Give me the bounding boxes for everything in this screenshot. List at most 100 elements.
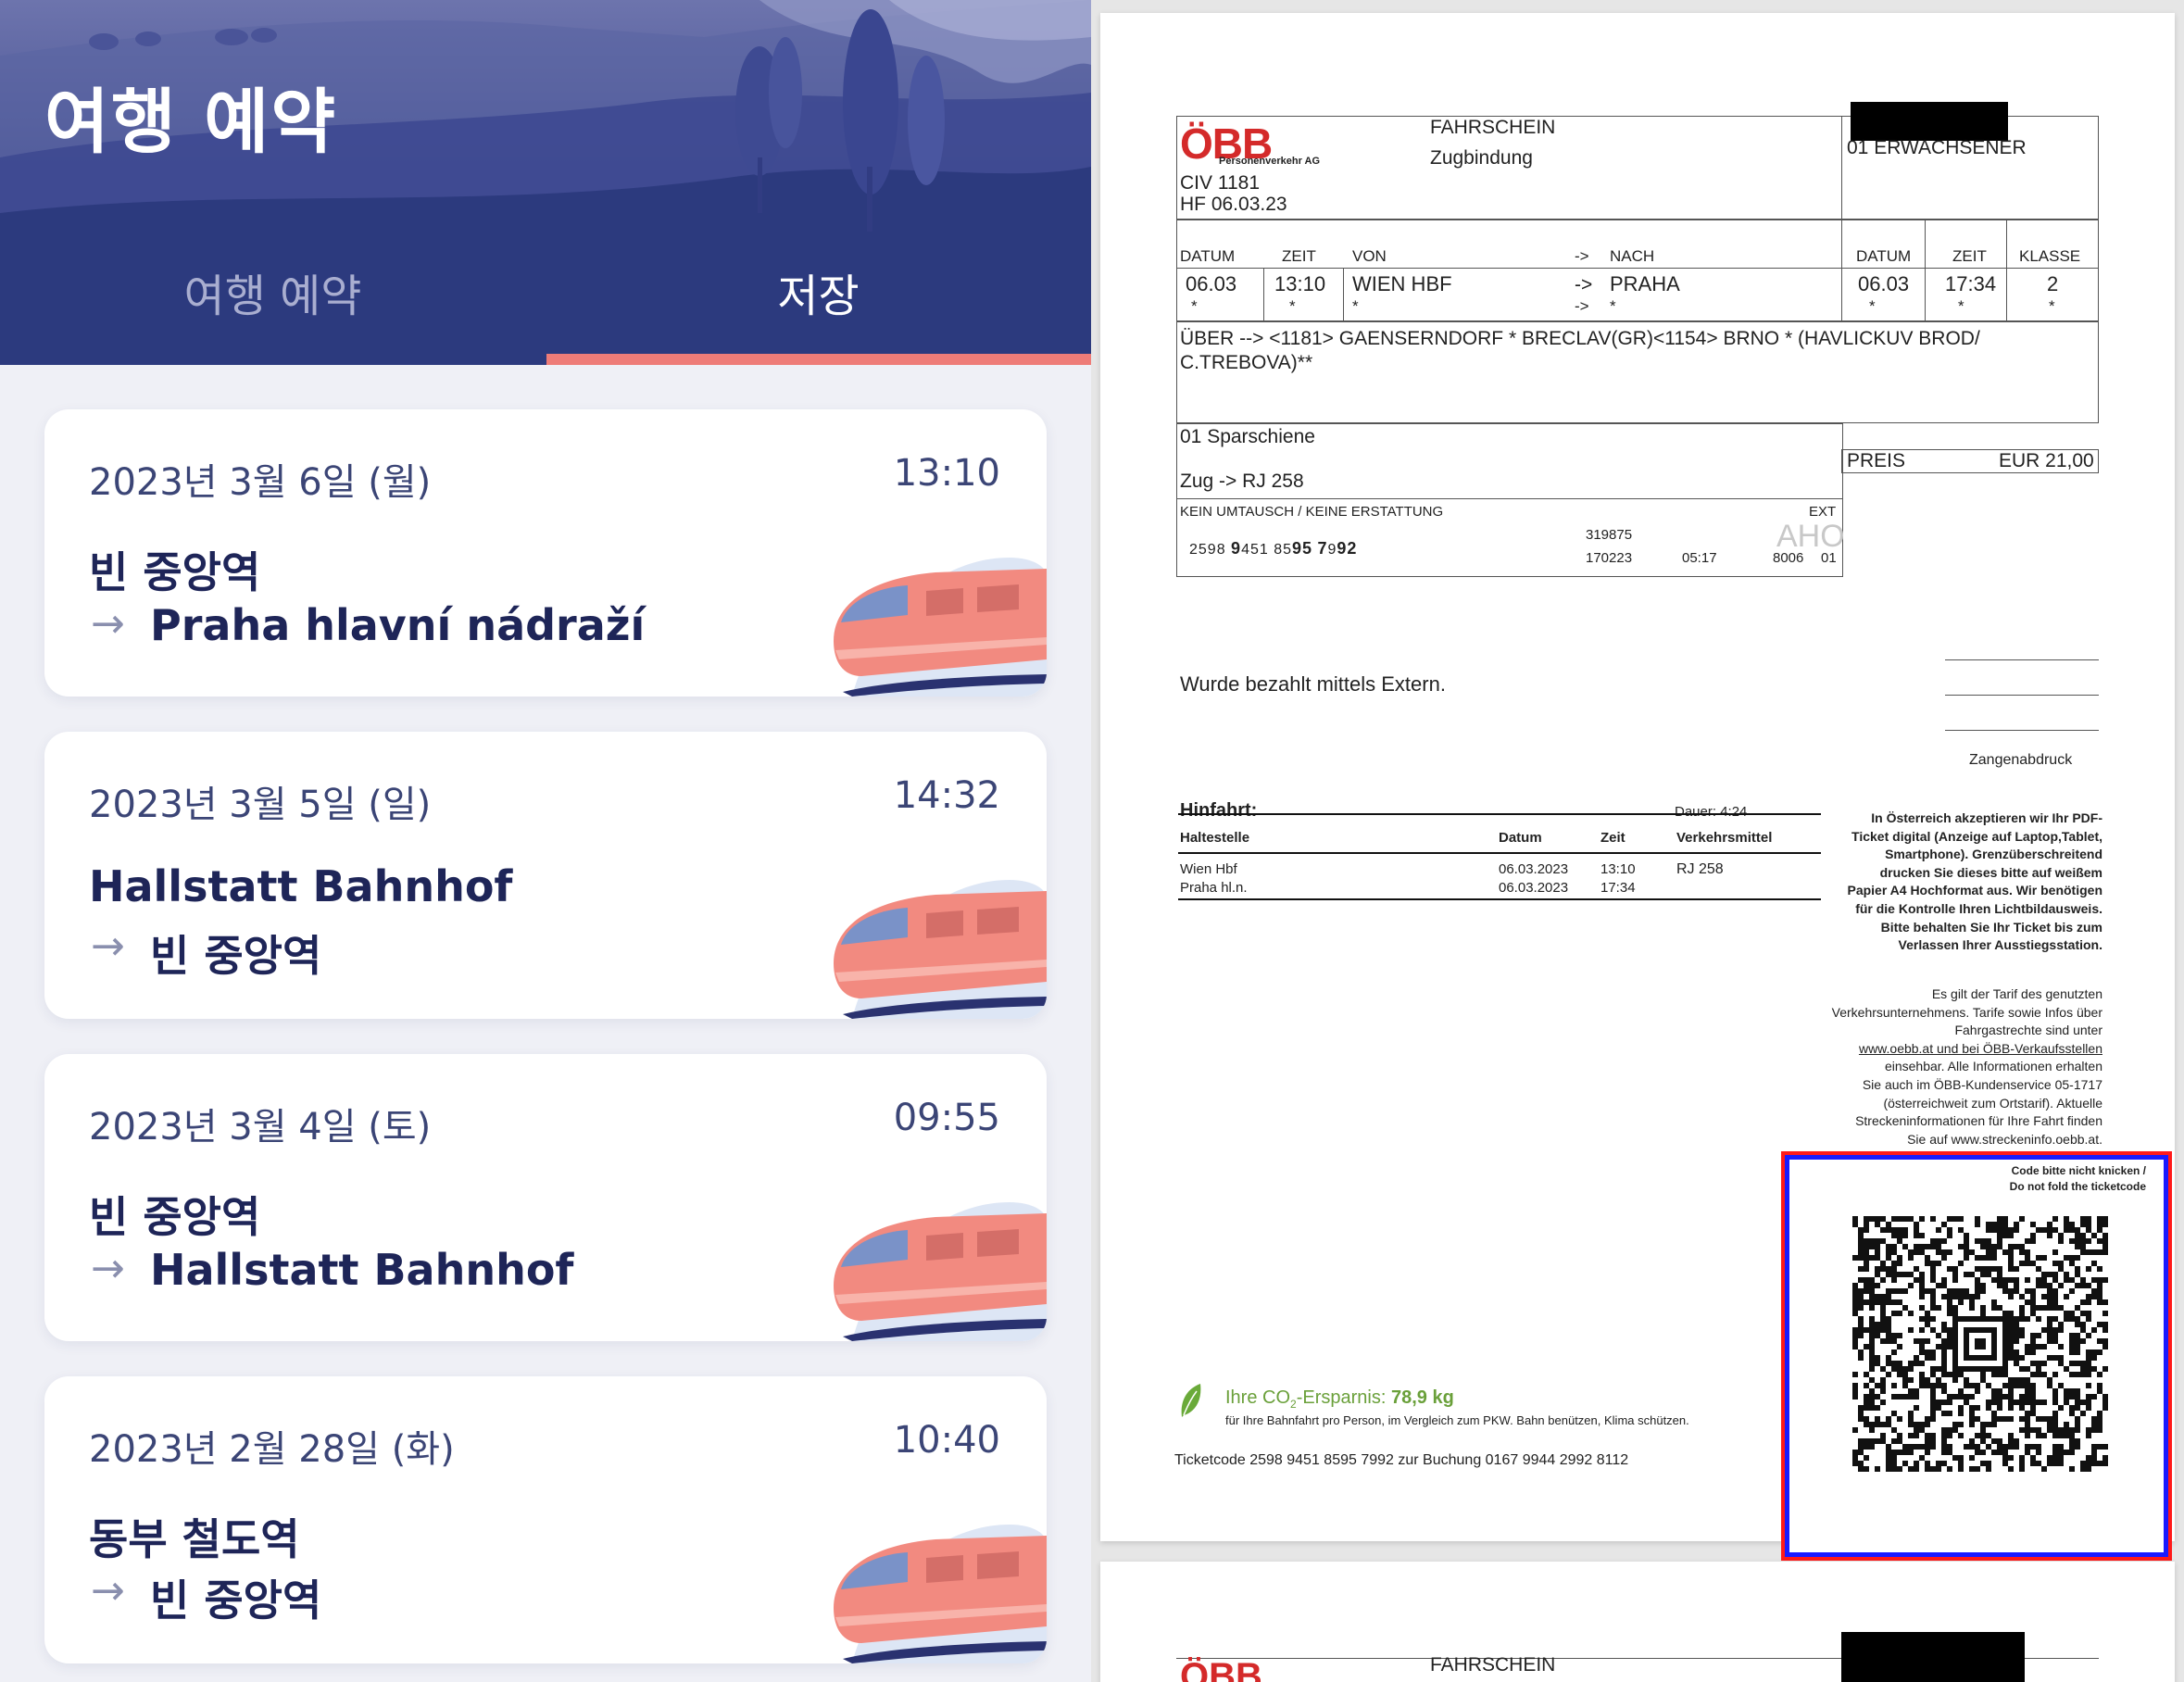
booking-origin: 빈 중앙역 — [89, 1192, 261, 1242]
ticket-page-2: ÖBB FAHRSCHEIN — [1100, 1562, 2175, 1682]
tariff-notice: Es gilt der Tarif des genutzten Verkehrsu… — [1831, 986, 2102, 1147]
itinerary-time: 17:34 — [1600, 880, 1636, 896]
app-header: 여행 예약 여행 예약 저장 — [0, 0, 1091, 365]
passenger-count: 01 ERWACHSENER — [1847, 137, 2027, 158]
ticket-page: ÖBB Personenverkehr AG FAHRSCHEIN Zugbin… — [1100, 13, 2175, 1561]
route-via-cont: C.TREBOVA)** — [1180, 352, 1313, 373]
booking-destination: 빈 중앙역 — [150, 931, 322, 981]
price-value: EUR 21,00 — [1999, 450, 2094, 471]
col-von: VON — [1352, 247, 1387, 265]
aho-watermark: AHO — [1776, 519, 1845, 554]
itinerary-col-vehicle: Verkehrsmittel — [1676, 830, 1773, 846]
leaf-icon — [1181, 1384, 1201, 1417]
booking-card[interactable]: 2023년 3월 5일 (일) 14:32 Hallstatt Bahnhof … — [44, 732, 1047, 1019]
pdf-viewer[interactable]: ÖBB Personenverkehr AG FAHRSCHEIN Zugbin… — [1091, 0, 2184, 1682]
itinerary-col-date: Datum — [1499, 830, 1542, 846]
arrow-right-icon: → — [91, 923, 125, 970]
train-number: Zug -> RJ 258 — [1180, 471, 1304, 492]
star-mark: * — [1610, 297, 1616, 315]
star-mark: * — [1958, 297, 1964, 315]
redacted-block — [1851, 102, 2008, 141]
travel-app: 여행 예약 여행 예약 저장 2023년 3월 6일 (월) 13:10 빈 중… — [0, 0, 1091, 1682]
col-datum-arrival: DATUM — [1856, 247, 1912, 265]
binding-type: Zugbindung — [1430, 147, 1533, 169]
booking-destination: Praha hlavní nádraží — [150, 600, 646, 650]
pdf-notice-bold: In Österreich akzeptieren wir Ihr PDF- Ti… — [1847, 810, 2102, 953]
qr-code-icon — [1852, 1216, 2108, 1472]
civ-number: CIV 1181 — [1180, 172, 1260, 194]
destination-station: PRAHA — [1610, 272, 1680, 295]
booking-card[interactable]: 2023년 2월 28일 (화) 10:40 동부 철도역 → 빈 중앙역 — [44, 1376, 1047, 1663]
booking-time: 14:32 — [893, 774, 1000, 817]
origin-station: WIEN HBF — [1352, 272, 1452, 295]
arrow-right-icon: → — [91, 1245, 125, 1292]
col-arrow: -> — [1575, 247, 1589, 265]
booking-destination: 빈 중앙역 — [150, 1575, 322, 1626]
itinerary-duration: Dauer: 4:24 — [1675, 804, 1748, 820]
doc-type: FAHRSCHEIN — [1430, 117, 1556, 138]
serial-number: 2598 9451 8595 7992 — [1189, 539, 1358, 558]
star-mark: * — [1289, 297, 1296, 315]
booking-date: 2023년 3월 5일 (일) — [89, 784, 432, 826]
tab-saved[interactable]: 저장 — [546, 259, 1091, 324]
booking-time: 10:40 — [893, 1419, 1000, 1462]
itinerary-stop: Praha hl.n. — [1180, 880, 1248, 896]
route-via: ÜBER --> <1181> GAENSERNDORF * BRECLAV(G… — [1180, 328, 1980, 349]
star-mark: * — [1869, 297, 1876, 315]
co2-note: für Ihre Bahnfahrt pro Person, im Vergle… — [1225, 1413, 1689, 1427]
doc-type: FAHRSCHEIN — [1430, 1654, 1556, 1676]
itinerary-title: Hinfahrt: — [1180, 800, 1258, 821]
arrow-right-icon: → — [91, 1567, 125, 1614]
train-icon — [834, 1202, 1047, 1341]
itinerary-time: 13:10 — [1600, 861, 1636, 877]
code-1: 319875 — [1586, 527, 1633, 543]
payment-info: Wurde bezahlt mittels Extern. — [1180, 672, 1446, 696]
qr-code-frame[interactable]: Code bitte nicht knicken / Do not fold t… — [1781, 1151, 2172, 1561]
oebb-logo-subtitle: Personenverkehr AG — [1219, 156, 1321, 167]
itinerary-col-stop: Haltestelle — [1180, 830, 1250, 846]
co2-savings: Ihre CO2-Ersparnis: 78,9 kg — [1225, 1387, 1454, 1411]
booking-origin: 빈 중앙역 — [89, 547, 261, 597]
star-mark: * — [1191, 297, 1198, 315]
itinerary-stop: Wien Hbf — [1180, 861, 1237, 877]
booking-time: 09:55 — [893, 1097, 1000, 1139]
booking-card[interactable]: 2023년 3월 4일 (토) 09:55 빈 중앙역 → Hallstatt … — [44, 1054, 1047, 1341]
train-icon — [834, 558, 1047, 697]
itinerary-date: 06.03.2023 — [1499, 861, 1569, 877]
arrival-date: 06.03 — [1858, 272, 1910, 295]
itinerary-date: 06.03.2023 — [1499, 880, 1569, 896]
departure-date: 06.03 — [1186, 272, 1237, 295]
code-2: 170223 — [1586, 550, 1633, 566]
star-mark: * — [1352, 297, 1359, 315]
itinerary-vehicle: RJ 258 — [1676, 861, 1724, 877]
redacted-block — [1841, 1632, 2025, 1682]
no-refund-notice: KEIN UMTAUSCH / KEINE ERSTATTUNG — [1180, 504, 1444, 520]
col-nach: NACH — [1610, 247, 1655, 265]
ext-label: EXT — [1809, 504, 1837, 520]
booking-date: 2023년 3월 6일 (월) — [89, 461, 432, 504]
screen: 여행 예약 여행 예약 저장 2023년 3월 6일 (월) 13:10 빈 중… — [0, 0, 2184, 1682]
arrival-time: 17:34 — [1945, 272, 1997, 295]
departure-time: 13:10 — [1274, 272, 1326, 295]
travel-class: 2 — [2047, 272, 2059, 295]
oebb-logo: ÖBB — [1180, 1656, 1262, 1682]
arrow-right-icon: → — [91, 600, 125, 647]
col-klasse: KLASSE — [2019, 247, 2081, 265]
star-mark: * — [2049, 297, 2055, 315]
col-datum: DATUM — [1180, 247, 1236, 265]
booking-origin: Hallstatt Bahnhof — [89, 861, 513, 911]
booking-card[interactable]: 2023년 3월 6일 (월) 13:10 빈 중앙역 → Praha hlav… — [44, 409, 1047, 697]
direction-arrow: -> — [1575, 274, 1593, 295]
itinerary-col-time: Zeit — [1600, 830, 1625, 846]
booking-origin: 동부 철도역 — [89, 1514, 300, 1564]
train-icon — [834, 1525, 1047, 1663]
hf-date: HF 06.03.23 — [1180, 194, 1287, 215]
qr-caption: Code bitte nicht knicken / — [2011, 1164, 2146, 1177]
page-title: 여행 예약 — [44, 81, 338, 163]
booking-date: 2023년 3월 4일 (토) — [89, 1106, 432, 1149]
stamp-label: Zangenabdruck — [1969, 752, 2073, 768]
booking-destination: Hallstatt Bahnhof — [150, 1245, 574, 1295]
train-icon — [834, 880, 1047, 1019]
tab-trip-booking[interactable]: 여행 예약 — [0, 259, 546, 324]
direction-arrow: -> — [1575, 297, 1589, 315]
